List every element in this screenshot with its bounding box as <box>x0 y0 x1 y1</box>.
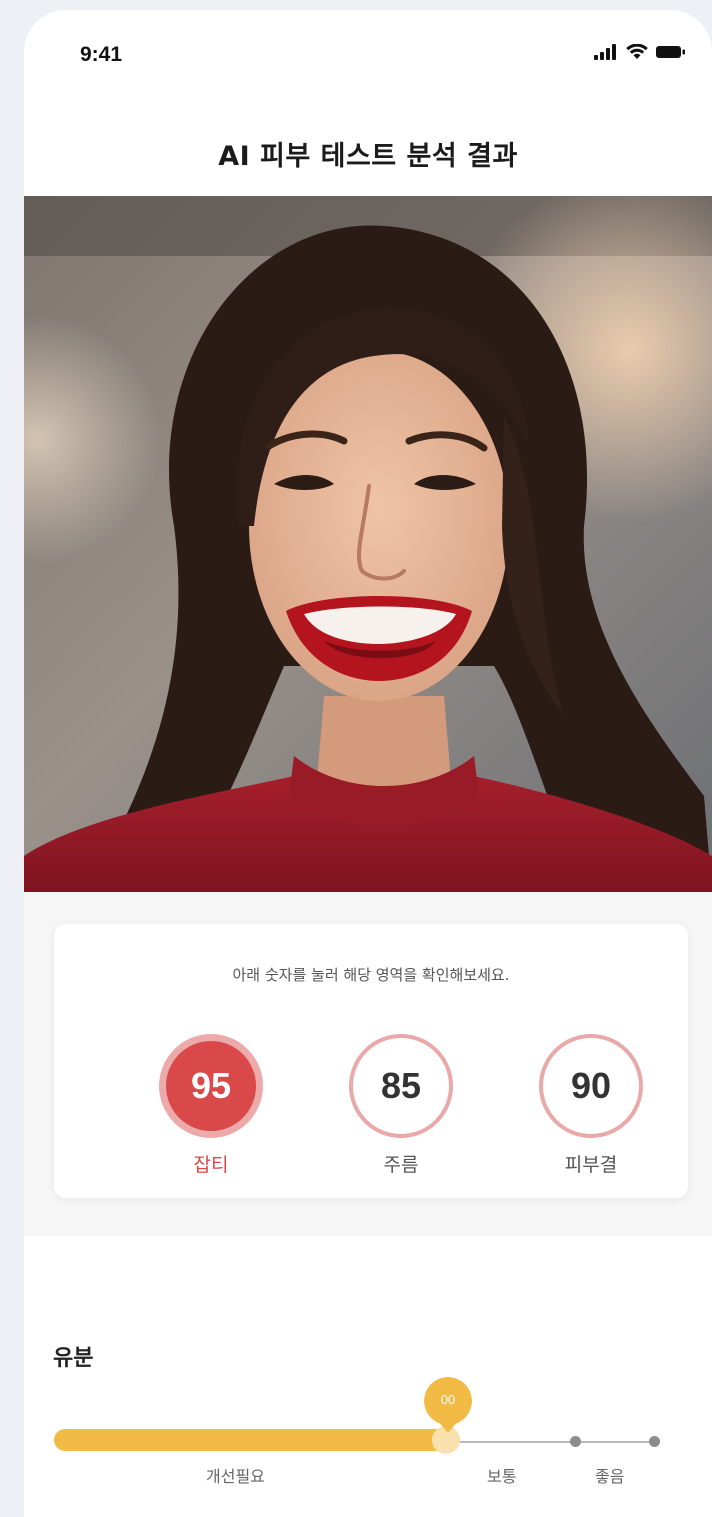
slider-value: 00 <box>440 1392 456 1407</box>
wifi-icon <box>626 44 648 59</box>
score-label: 잡티 <box>193 1154 229 1176</box>
score-item-wrinkle[interactable]: 85 주름 <box>341 1034 461 1177</box>
slider-value-bubble: 00 <box>418 1375 478 1435</box>
portrait-photo <box>24 196 712 892</box>
page-title: AI 피부 테스트 분석 결과 <box>218 141 518 172</box>
score-label: 피부결 <box>564 1154 618 1176</box>
oil-section: 유분 00 개선필요 보통 좋음 <box>24 1236 712 1517</box>
score-item-texture[interactable]: 90 피부결 <box>531 1034 651 1177</box>
level-dot-normal <box>570 1436 581 1447</box>
score-item-blemish[interactable]: 95 잡티 <box>151 1034 271 1177</box>
slider-fill <box>54 1429 448 1451</box>
score-circle[interactable]: 95 <box>159 1034 263 1138</box>
score-circle[interactable]: 85 <box>349 1034 453 1138</box>
instruction-text: 아래 숫자를 눌러 해당 영역을 확인해보세요. <box>232 966 510 984</box>
phone-screen: 9:41 AI 피부 테스트 분석 결과 아래 숫자를 눌러 해당 영역을 확인… <box>24 10 712 1517</box>
status-time: 9:41 <box>80 43 123 66</box>
level-label-normal: 보통 <box>487 1467 517 1486</box>
level-label-good: 좋음 <box>595 1467 625 1486</box>
score-card: 아래 숫자를 눌러 해당 영역을 확인해보세요. 95 잡티 85 주름 90 … <box>54 924 688 1198</box>
score-circle[interactable]: 90 <box>539 1034 643 1138</box>
oil-title: 유분 <box>53 1346 94 1371</box>
score-label: 주름 <box>383 1154 419 1176</box>
level-label-needs-improvement: 개선필요 <box>206 1467 265 1486</box>
status-bar: 9:41 <box>24 10 712 100</box>
portrait-illustration <box>24 196 712 892</box>
cellular-signal-icon <box>594 44 616 60</box>
score-section: 아래 숫자를 눌러 해당 영역을 확인해보세요. 95 잡티 85 주름 90 … <box>24 892 712 1236</box>
battery-icon <box>656 46 685 58</box>
level-dot-good <box>649 1436 660 1447</box>
header: AI 피부 테스트 분석 결과 <box>24 100 712 196</box>
status-icons <box>594 44 686 60</box>
